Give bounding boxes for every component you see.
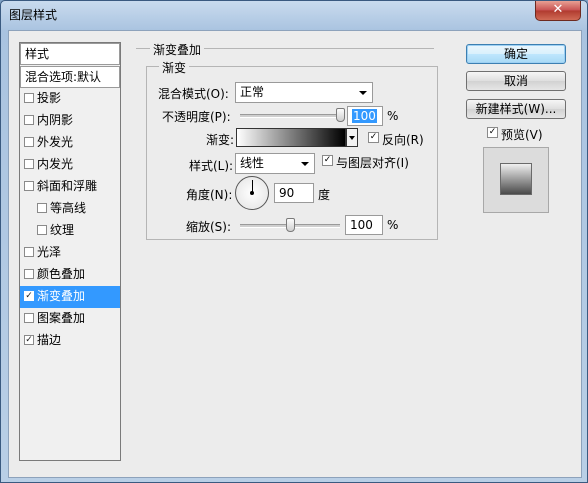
style-item-checkbox[interactable] [24, 290, 34, 301]
angle-center-dot [250, 191, 254, 195]
style-item-checkbox[interactable] [24, 92, 34, 103]
layer-style-dialog: 图层样式 ✕ 样式 混合选项:默认 投影内阴影外发光内发光斜面和浮雕等高线纹理光… [0, 0, 588, 483]
align-with-layer-label: 与图层对齐(I) [336, 156, 409, 170]
section-title: 渐变叠加 [150, 41, 205, 58]
new-style-button[interactable]: 新建样式(W)... [466, 99, 566, 119]
style-item-label: 外发光 [37, 135, 74, 149]
title-bar[interactable]: 图层样式 ✕ [1, 1, 587, 29]
align-with-layer-checkbox[interactable] [322, 155, 333, 166]
opacity-input[interactable]: 100 [347, 106, 383, 126]
style-item-label: 投影 [37, 91, 62, 105]
style-item[interactable]: 光泽 [20, 242, 120, 264]
style-item[interactable]: 颜色叠加 [20, 264, 120, 286]
style-item-label: 颜色叠加 [37, 267, 86, 281]
style-item-checkbox[interactable] [24, 312, 34, 323]
style-item-checkbox[interactable] [24, 114, 34, 125]
scale-input[interactable]: 100 [345, 215, 383, 235]
blend-mode-select[interactable]: 正常 [235, 82, 373, 103]
style-item-label: 描边 [37, 333, 62, 347]
style-item-label: 内阴影 [37, 113, 74, 127]
scale-slider-thumb[interactable] [286, 218, 295, 232]
reverse-label: 反向(R) [382, 133, 424, 147]
style-item-checkbox[interactable] [24, 180, 34, 191]
close-button[interactable]: ✕ [535, 1, 581, 21]
styles-header[interactable]: 样式 [20, 43, 120, 65]
style-item-checkbox[interactable] [24, 246, 34, 257]
gradient-group-title: 渐变 [159, 59, 190, 76]
window-title: 图层样式 [9, 8, 58, 22]
opacity-slider-track[interactable] [240, 114, 340, 118]
angle-dial[interactable] [235, 176, 269, 210]
style-item[interactable]: 渐变叠加 [20, 286, 120, 308]
scale-label: 缩放(S): [186, 220, 232, 234]
style-label: 样式(L): [189, 159, 234, 173]
chevron-down-icon [301, 162, 309, 166]
style-item[interactable]: 斜面和浮雕 [20, 176, 120, 198]
blending-options-item[interactable]: 混合选项:默认 [20, 66, 120, 88]
chevron-down-icon [359, 91, 367, 95]
opacity-value: 100 [352, 109, 377, 123]
angle-input[interactable]: 90 [274, 183, 314, 203]
gradient-swatch[interactable] [236, 128, 346, 147]
style-item[interactable]: 投影 [20, 88, 120, 110]
opacity-percent: % [387, 109, 399, 123]
style-item[interactable]: 纹理 [20, 220, 120, 242]
style-item-label: 图案叠加 [37, 311, 86, 325]
style-item[interactable]: 图案叠加 [20, 308, 120, 330]
cancel-button[interactable]: 取消 [466, 71, 566, 91]
style-item[interactable]: 外发光 [20, 132, 120, 154]
style-item-checkbox[interactable] [37, 224, 47, 235]
style-item[interactable]: 内发光 [20, 154, 120, 176]
close-icon: ✕ [552, 2, 564, 17]
style-item-label: 渐变叠加 [37, 289, 86, 303]
preview-thumbnail [500, 163, 532, 195]
style-item[interactable]: 等高线 [20, 198, 120, 220]
dialog-body: 样式 混合选项:默认 投影内阴影外发光内发光斜面和浮雕等高线纹理光泽颜色叠加渐变… [8, 30, 582, 478]
opacity-slider-thumb[interactable] [336, 108, 345, 122]
style-preview [483, 147, 549, 213]
style-item-checkbox[interactable] [24, 158, 34, 169]
style-item-checkbox[interactable] [24, 268, 34, 279]
style-item-label: 纹理 [50, 223, 75, 237]
style-item[interactable]: 描边 [20, 330, 120, 352]
style-item-label: 斜面和浮雕 [37, 179, 98, 193]
blend-mode-value: 正常 [240, 85, 265, 99]
angle-label: 角度(N): [186, 188, 233, 202]
style-select[interactable]: 线性 [235, 153, 315, 174]
style-item-label: 光泽 [37, 245, 62, 259]
style-item-label: 等高线 [50, 201, 87, 215]
style-item-label: 内发光 [37, 157, 74, 171]
preview-label: 预览(V) [501, 128, 543, 142]
opacity-label: 不透明度(P): [162, 110, 231, 124]
blend-mode-label: 混合模式(O): [158, 87, 229, 101]
ok-button[interactable]: 确定 [466, 44, 566, 64]
style-value: 线性 [240, 156, 265, 170]
angle-value: 90 [279, 186, 295, 200]
gradient-label: 渐变: [206, 133, 235, 147]
scale-percent: % [387, 218, 399, 232]
preview-checkbox[interactable] [487, 127, 498, 138]
style-item-checkbox[interactable] [24, 136, 34, 147]
scale-value: 100 [350, 218, 373, 232]
styles-list: 样式 混合选项:默认 投影内阴影外发光内发光斜面和浮雕等高线纹理光泽颜色叠加渐变… [19, 42, 121, 461]
degree-label: 度 [318, 188, 331, 202]
style-item[interactable]: 内阴影 [20, 110, 120, 132]
reverse-checkbox[interactable] [368, 132, 379, 143]
style-item-checkbox[interactable] [24, 334, 34, 345]
style-item-checkbox[interactable] [37, 202, 47, 213]
gradient-dropdown[interactable] [346, 128, 358, 147]
